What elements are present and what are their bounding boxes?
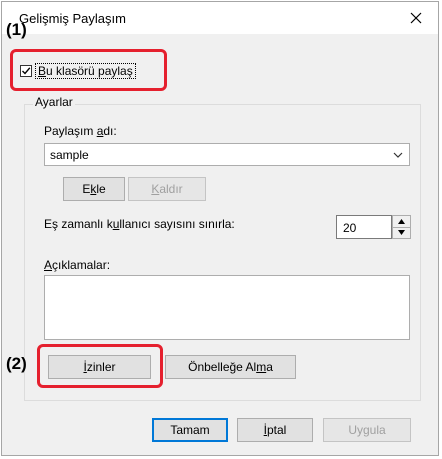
share-folder-checkbox-row[interactable]: Bu klasörü paylaş: [20, 62, 136, 80]
comments-label: Açıklamalar:: [44, 258, 111, 272]
ok-button[interactable]: Tamam: [152, 418, 228, 442]
user-limit-value[interactable]: 20: [336, 215, 392, 239]
permissions-button[interactable]: İzinler: [48, 355, 151, 379]
triangle-up-icon: [398, 219, 405, 224]
caching-button[interactable]: Önbelleğe Al m a: [165, 355, 296, 379]
share-name-value: sample: [50, 148, 89, 162]
remove-button[interactable]: Kaldır: [128, 177, 206, 201]
spinner-down-button[interactable]: [393, 227, 410, 238]
spinner-buttons: [392, 215, 411, 239]
user-limit-label: Eş zamanlı kullanıcı sayısını sınırla:: [44, 217, 235, 231]
dialog-title: Gelişmiş Paylaşım: [19, 11, 126, 26]
checkmark-icon: [22, 67, 31, 75]
annotation-1: (1): [6, 20, 27, 39]
share-name-label: Paylaşım adı:: [44, 124, 117, 138]
cancel-button[interactable]: İptal: [237, 418, 313, 442]
share-folder-checkbox[interactable]: [20, 65, 32, 77]
annotation-2: (2): [6, 354, 27, 373]
share-folder-label: Bu klasörü paylaş: [35, 63, 136, 79]
add-button[interactable]: Ek le: [63, 177, 125, 201]
close-button[interactable]: [402, 4, 430, 32]
triangle-down-icon: [398, 230, 405, 235]
close-icon: [410, 12, 422, 24]
apply-button[interactable]: Uygula: [323, 418, 411, 442]
chevron-down-icon: [393, 152, 403, 158]
settings-group-label: Ayarlar: [33, 95, 75, 109]
title-bar: Gelişmiş Paylaşım: [2, 2, 438, 34]
share-name-dropdown[interactable]: sample: [44, 143, 410, 166]
user-limit-spinner[interactable]: 20: [336, 215, 411, 239]
comments-textarea[interactable]: [44, 275, 410, 340]
